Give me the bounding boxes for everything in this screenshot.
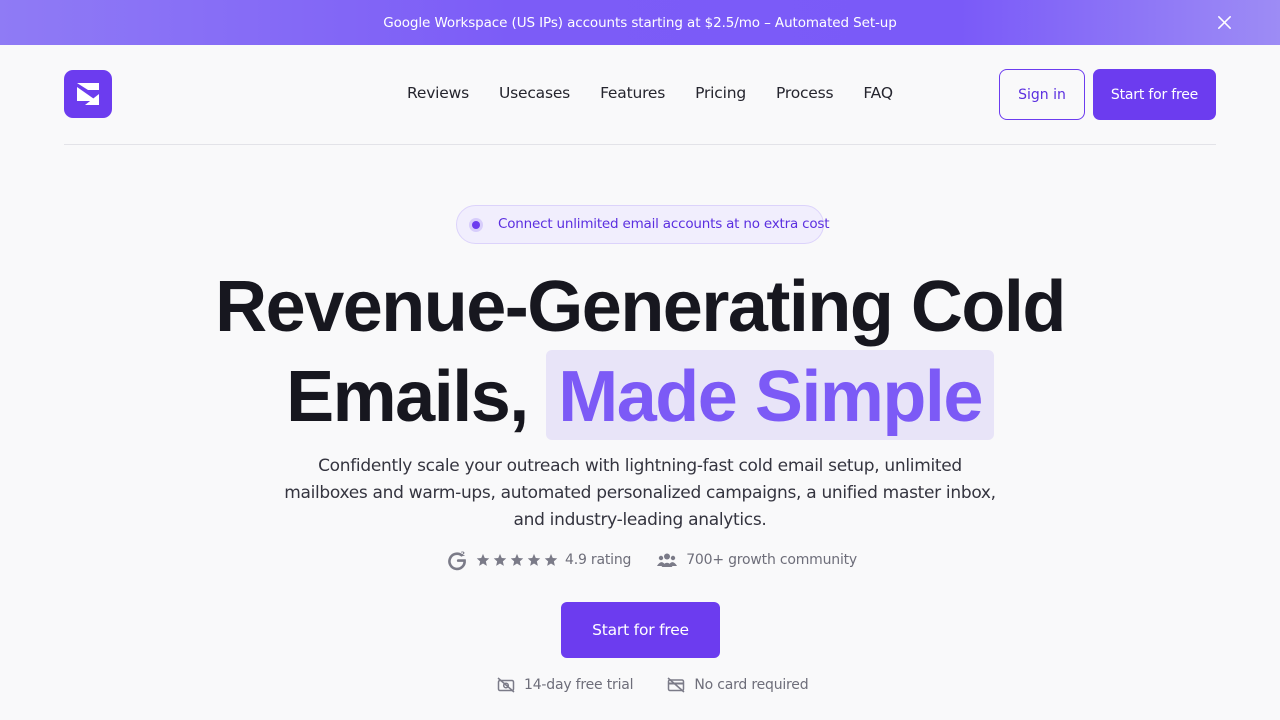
brand-logo-icon[interactable] — [64, 70, 112, 118]
nav-link-reviews[interactable]: Reviews — [407, 84, 469, 102]
star-icon — [493, 553, 507, 566]
community-text: 700+ growth community — [686, 552, 858, 568]
star-icon — [476, 553, 490, 566]
nav-link-features[interactable]: Features — [600, 84, 665, 102]
close-icon[interactable] — [1215, 13, 1234, 32]
star-icon — [544, 553, 558, 566]
no-camera-icon — [497, 677, 515, 693]
start-for-free-hero-button[interactable]: Start for free — [561, 602, 720, 658]
nav-link-pricing[interactable]: Pricing — [695, 84, 746, 102]
svg-text:2: 2 — [461, 550, 466, 558]
rating-text: 4.9 rating — [565, 552, 632, 568]
logo-mark — [77, 83, 99, 105]
nav-link-process[interactable]: Process — [776, 84, 834, 102]
nav-link-usecases[interactable]: Usecases — [499, 84, 570, 102]
people-icon — [657, 553, 678, 567]
free-trial-text: 14-day free trial — [524, 677, 634, 693]
announcement-pill[interactable]: Connect unlimited email accounts at no e… — [456, 205, 830, 244]
hero-subtext: Confidently scale your outreach with lig… — [284, 456, 996, 530]
banner-text[interactable]: Google Workspace (US IPs) accounts start… — [383, 15, 897, 31]
top-navigation: Reviews Usecases Features Pricing Proces… — [64, 45, 1216, 145]
hero-headline-line2: Emails, Made Simple — [0, 350, 1280, 451]
sign-in-button[interactable]: Sign in — [999, 69, 1085, 120]
star-icon — [510, 553, 524, 566]
g2-icon: 2 — [448, 550, 466, 571]
headline-highlight-text: Made Simple — [558, 357, 983, 437]
headline-highlight: Made Simple — [546, 350, 994, 440]
pill-text: Connect unlimited email accounts at no e… — [498, 216, 830, 232]
start-for-free-nav-button[interactable]: Start for free — [1093, 69, 1216, 120]
trial-perks: 14-day free trial No card required — [497, 674, 809, 696]
nav-links: Reviews Usecases Features Pricing Proces… — [407, 84, 893, 102]
no-card-icon — [667, 677, 685, 693]
pill-dot-icon — [469, 218, 483, 232]
rating-stars — [476, 553, 558, 567]
hero-headline-line1: Revenue-Generating Cold — [215, 267, 1066, 347]
headline-plain: Emails, — [286, 357, 529, 437]
no-card-text: No card required — [694, 677, 809, 693]
nav-link-faq[interactable]: FAQ — [863, 84, 893, 102]
social-proof: 2 4.9 rating 700+ growth community — [446, 548, 857, 572]
star-icon — [527, 553, 541, 566]
announcement-banner: Google Workspace (US IPs) accounts start… — [0, 0, 1280, 45]
